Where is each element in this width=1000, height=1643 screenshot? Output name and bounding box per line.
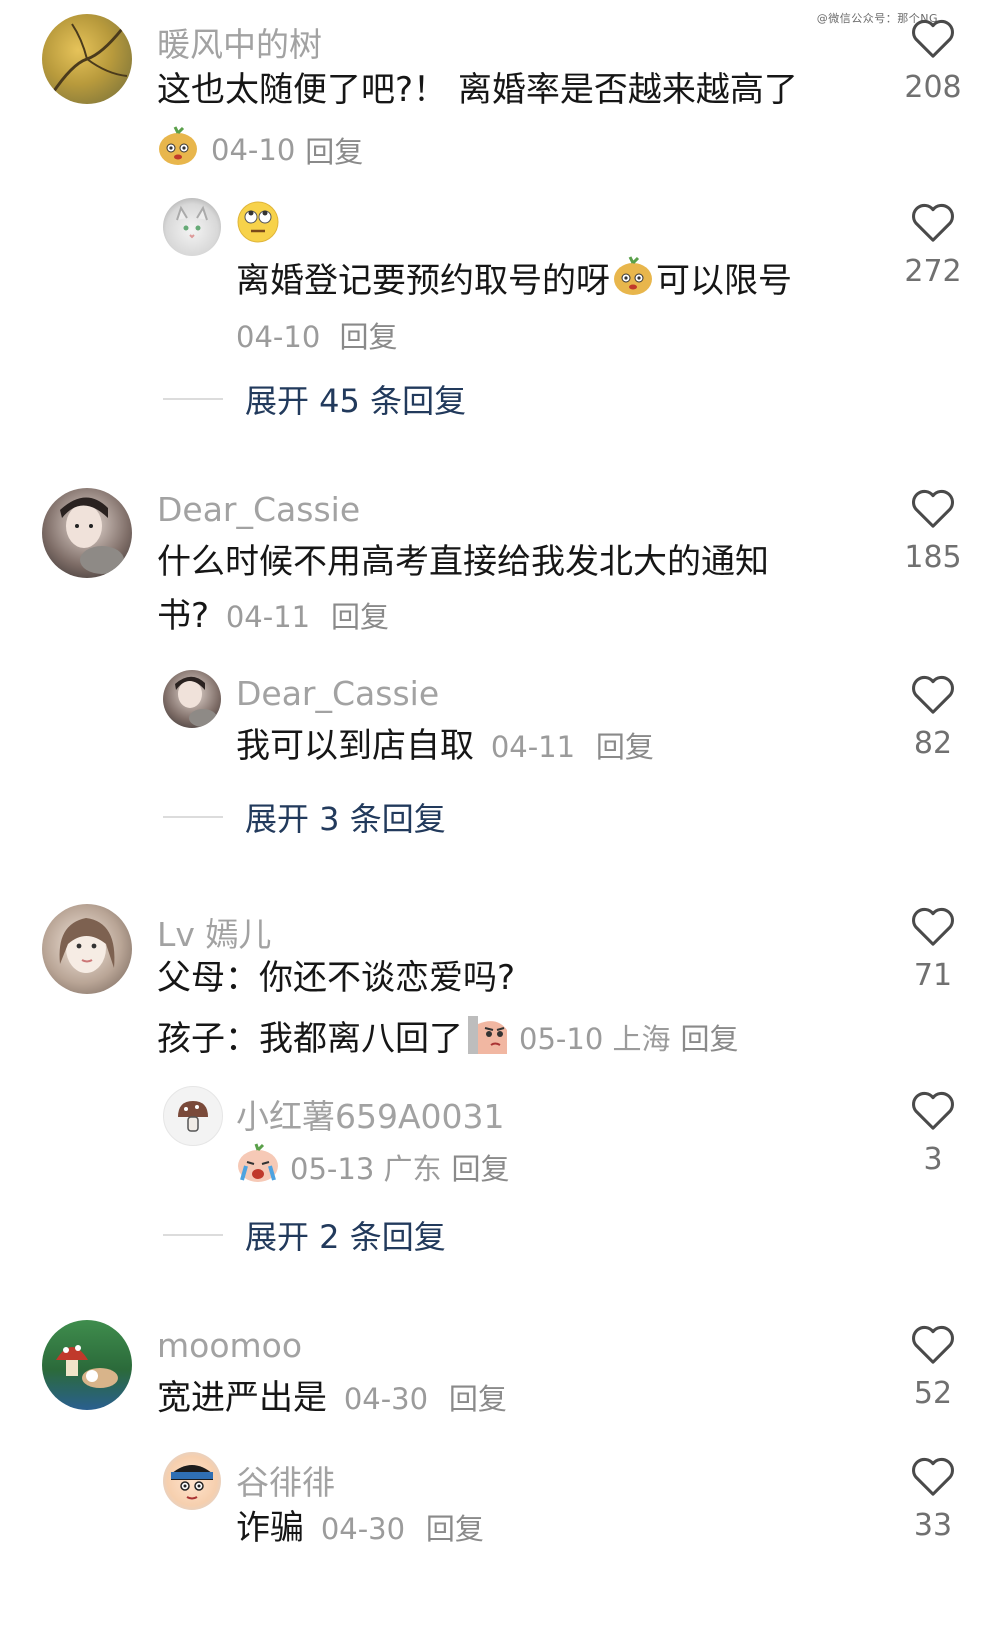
- heart-icon: [912, 1091, 954, 1130]
- comment-date-location: 05-10 上海: [519, 1021, 671, 1056]
- peeking-face-emoji-icon: [467, 1012, 509, 1065]
- heart-icon: [912, 203, 954, 242]
- comment-username[interactable]: Dear_Cassie: [157, 490, 360, 529]
- avatar[interactable]: [42, 488, 132, 578]
- melon-face-emoji-icon: [157, 126, 199, 173]
- divider: [163, 816, 223, 818]
- comment-text-content: 宽进严出是: [157, 1378, 327, 1418]
- reply-text: 离婚登记要预约取号的呀 可以限号: [236, 256, 792, 305]
- heart-icon: [912, 1325, 954, 1364]
- like-count: 272: [904, 254, 962, 289]
- reply-username[interactable]: Dear_Cassie: [236, 674, 439, 713]
- reply-text-part-b: 可以限号: [656, 260, 792, 301]
- reply-date: 04-30: [320, 1512, 406, 1546]
- comment-text: 这也太随便了吧?！ 离婚率是否越来越高了: [157, 70, 798, 110]
- like-button[interactable]: 52: [890, 1324, 976, 1411]
- comment-text-line-2-text: 书?: [157, 596, 210, 636]
- reply-button[interactable]: 回复: [426, 1512, 484, 1546]
- avatar[interactable]: [163, 1452, 221, 1510]
- comment-text-line-1: 什么时候不用高考直接给我发北大的通知: [157, 542, 769, 582]
- mushroom-icon: [178, 1101, 208, 1132]
- heart-icon: [912, 675, 954, 714]
- avatar[interactable]: [42, 14, 132, 104]
- like-count: 208: [904, 70, 962, 105]
- reply-button[interactable]: 回复: [449, 1382, 507, 1416]
- reply-username[interactable]: 谷徘徘: [236, 1456, 335, 1504]
- reply-button[interactable]: 回复: [331, 600, 389, 634]
- divider: [163, 398, 223, 400]
- reply-emoji-row: [236, 200, 280, 251]
- expand-replies-label: 展开 3 条回复: [245, 800, 446, 838]
- reply-text-content: 我可以到店自取: [236, 726, 474, 766]
- comment-meta: 04-10 回复: [157, 126, 363, 173]
- heart-icon: [912, 1457, 954, 1496]
- comment-date: 04-10: [211, 132, 296, 167]
- avatar[interactable]: [163, 198, 221, 256]
- comment-date: 04-11: [225, 600, 311, 634]
- heart-icon: [912, 907, 954, 946]
- avatar[interactable]: [163, 670, 221, 728]
- like-button[interactable]: 272: [890, 202, 976, 289]
- comment-username[interactable]: Lv 嫣儿: [157, 908, 271, 956]
- avatar[interactable]: [163, 1086, 223, 1146]
- expand-replies-button[interactable]: 展开 2 条回复: [163, 1212, 446, 1258]
- like-button[interactable]: 208: [890, 18, 976, 105]
- comment-username[interactable]: moomoo: [157, 1326, 302, 1365]
- expand-replies-button[interactable]: 展开 45 条回复: [163, 376, 466, 422]
- comment-text-line-2-text: 孩子：我都离八回了: [157, 1018, 463, 1059]
- reply-button[interactable]: 回复: [452, 1146, 510, 1188]
- like-count: 82: [913, 726, 953, 761]
- like-button[interactable]: 71: [890, 906, 976, 993]
- avatar[interactable]: [42, 1320, 132, 1410]
- expand-replies-label: 展开 45 条回复: [245, 382, 467, 420]
- comment-date: 04-30: [343, 1382, 429, 1416]
- reply-username[interactable]: 小红薯659A0031: [236, 1090, 505, 1138]
- comment-text-line-2: 孩子：我都离八回了 05-10 上海 回复: [157, 1012, 739, 1065]
- reply-date-location: 05-13 广东: [290, 1151, 442, 1186]
- reply-text: 我可以到店自取 04-11 回复: [236, 726, 654, 767]
- like-count: 52: [913, 1376, 953, 1411]
- reply-date: 04-10: [236, 320, 321, 354]
- avatar[interactable]: [42, 904, 132, 994]
- reply-text: 诈骗 04-30 回复: [236, 1508, 484, 1549]
- like-count: 185: [904, 540, 962, 575]
- crying-face-emoji-icon: [236, 1142, 280, 1191]
- divider: [163, 1234, 223, 1236]
- like-count: 33: [913, 1508, 953, 1543]
- like-button[interactable]: 33: [890, 1456, 976, 1543]
- reply-button[interactable]: 回复: [596, 730, 654, 764]
- like-count: 71: [913, 958, 953, 993]
- comment-username[interactable]: 暖风中的树: [157, 18, 322, 66]
- like-button[interactable]: 3: [890, 1090, 976, 1177]
- comment-text-line-2: 书? 04-11 回复: [157, 596, 389, 637]
- eye-roll-emoji-icon: [236, 200, 280, 251]
- reply-date: 04-11: [490, 730, 576, 764]
- reply-meta: 05-13 广东 回复: [236, 1142, 510, 1191]
- reply-text-content: 诈骗: [236, 1508, 304, 1548]
- expand-replies-button[interactable]: 展开 3 条回复: [163, 794, 446, 840]
- comment-text-line-1: 父母：你还不谈恋爱吗?: [157, 958, 516, 998]
- reply-button[interactable]: 回复: [340, 320, 398, 354]
- reply-button[interactable]: 回复: [681, 1019, 739, 1059]
- expand-replies-label: 展开 2 条回复: [245, 1218, 446, 1256]
- reply-text-part-a: 离婚登记要预约取号的呀: [236, 260, 610, 301]
- melon-face-emoji-icon: [612, 256, 654, 305]
- like-button[interactable]: 82: [890, 674, 976, 761]
- heart-icon: [912, 489, 954, 528]
- reply-meta: 04-10 回复: [236, 314, 398, 356]
- like-count: 3: [923, 1142, 943, 1177]
- reply-button[interactable]: 回复: [305, 129, 363, 171]
- like-button[interactable]: 185: [890, 488, 976, 575]
- comment-text: 宽进严出是 04-30 回复: [157, 1378, 507, 1419]
- heart-icon: [912, 19, 954, 58]
